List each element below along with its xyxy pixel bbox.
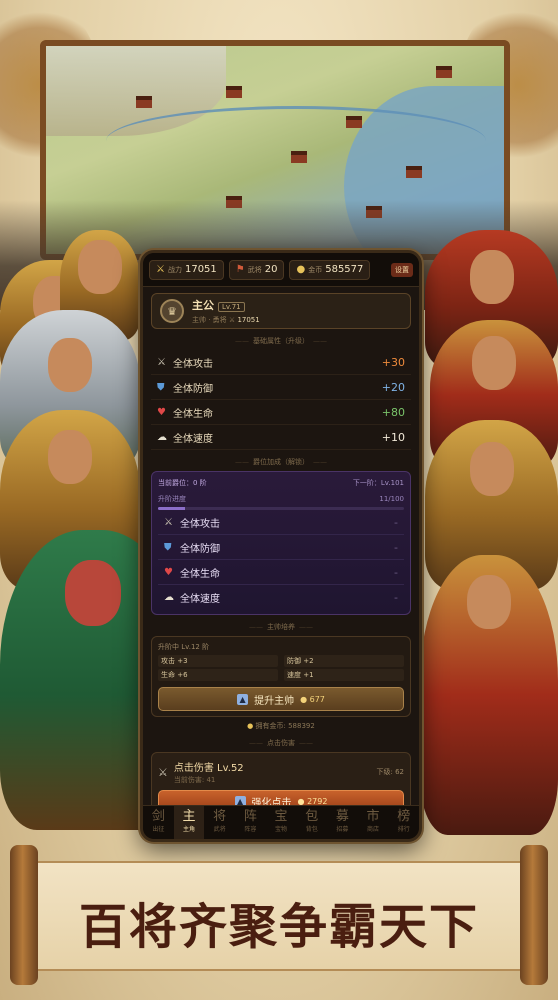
heart-icon: ♥ (157, 406, 166, 418)
nav-item-recruit[interactable]: 募招募 (327, 806, 358, 839)
nav-item-generals[interactable]: 将武将 (204, 806, 235, 839)
gold-counter: ● 金币 585577 (289, 259, 371, 280)
castle-icon (226, 86, 242, 98)
general-stat: 防御 +2 (284, 655, 404, 667)
nav-item-battle[interactable]: 剑出征 (143, 806, 174, 839)
shield-icon: ⛊ (157, 381, 165, 393)
castle-icon (136, 96, 152, 108)
bottom-navigation: 剑出征 主主角 将武将 阵阵容 宝宝物 包背包 募招募 市商店 榜排行 (143, 805, 419, 839)
general-section-title: 主帅培养 (151, 622, 411, 632)
heart-icon: ♥ (164, 566, 173, 578)
general-counter: ⚑ 武将 20 (228, 259, 285, 280)
sword-icon: ⚔ (157, 356, 166, 368)
rank-label: 当前爵位：0 阶 (158, 479, 207, 487)
lord-avatar-icon: ♛ (160, 299, 184, 323)
general-portrait-red-robe (420, 555, 558, 835)
rank-stat-attack: ⚔ 全体攻击 - (158, 510, 404, 535)
base-bonus-title: 基础属性（升级） (151, 336, 411, 346)
game-screen-panel: ⚔ 战力 17051 ⚑ 武将 20 ● 金币 585577 设置 ♛ 主公 Lv… (140, 250, 422, 842)
power-counter: ⚔ 战力 17051 (149, 259, 224, 280)
progress-label: 升阶进度 (158, 495, 186, 503)
resource-bar: ⚔ 战力 17051 ⚑ 武将 20 ● 金币 585577 设置 (143, 253, 419, 287)
stat-row-health: ♥ 全体生命 +80 (151, 400, 411, 425)
nav-item-treasure[interactable]: 宝宝物 (266, 806, 297, 839)
castle-icon (291, 151, 307, 163)
rank-stat-health: ♥ 全体生命 - (158, 560, 404, 585)
shield-icon: ⛊ (164, 541, 172, 553)
skill-current: 当前伤害: 41 (173, 776, 216, 784)
scroll-banner: 百将齐聚争霸天下 (10, 845, 548, 985)
nav-item-ranking[interactable]: 榜排行 (388, 806, 419, 839)
owned-coin-text: 拥有金币: 588392 (255, 722, 315, 730)
general-upgrade-panel: 升阶中 Lv.12 阶 攻击 +3 防御 +2 生命 +6 速度 +1 ▲ 提升… (151, 636, 411, 717)
nav-item-formation[interactable]: 阵阵容 (235, 806, 266, 839)
banner-icon: ⚑ (235, 264, 245, 275)
lord-power: 17051 (237, 316, 260, 324)
crossed-swords-icon: ⚔ (228, 316, 236, 324)
lord-name: 主公 (192, 299, 214, 312)
skill-section-title: 点击伤害 (151, 738, 411, 748)
sword-icon: ⚔ (164, 516, 173, 528)
skill-name: 点击伤害 Lv.52 (173, 763, 244, 774)
base-bonus-list: ⚔ 全体攻击 +30 ⛊ 全体防御 +20 ♥ 全体生命 +80 ☁ 全体速度 … (151, 350, 411, 450)
wind-icon: ☁ (157, 431, 167, 443)
stat-row-attack: ⚔ 全体攻击 +30 (151, 350, 411, 375)
progress-text: 11/100 (379, 495, 404, 503)
general-stat: 生命 +6 (158, 669, 278, 681)
upgrade-arrow-icon: ▲ (237, 693, 249, 705)
coin-bag-icon: ● (296, 264, 306, 275)
map-river (106, 106, 486, 176)
rank-stat-speed: ☁ 全体速度 - (164, 591, 398, 605)
general-stat: 速度 +1 (284, 669, 404, 681)
nav-item-shop[interactable]: 市商店 (358, 806, 389, 839)
rank-stat-defense: ⛊ 全体防御 - (158, 535, 404, 560)
general-level-text: 升阶中 Lv.12 阶 (158, 643, 210, 651)
castle-icon (436, 66, 452, 78)
wind-icon: ☁ (164, 592, 174, 603)
lord-card[interactable]: ♛ 主公 Lv.71 主帅 · 勇将 ⚔ 17051 (151, 293, 411, 329)
coin-icon: ● (300, 694, 308, 704)
nav-item-hero[interactable]: 主主角 (173, 806, 205, 839)
stat-row-speed: ☁ 全体速度 +10 (151, 425, 411, 450)
stat-row-defense: ⛊ 全体防御 +20 (151, 375, 411, 400)
coin-icon: ● (247, 722, 254, 730)
general-stat-grid: 攻击 +3 防御 +2 生命 +6 速度 +1 (158, 655, 404, 681)
settings-button[interactable]: 设置 (391, 262, 413, 277)
general-stat: 攻击 +3 (158, 655, 278, 667)
banner-slogan: 百将齐聚争霸天下 (78, 899, 479, 955)
lord-level-badge: Lv.71 (218, 302, 245, 312)
skill-next: 下级: 62 (376, 768, 405, 776)
castle-icon (406, 166, 422, 178)
lord-subtitle: 主帅 · 勇将 (192, 316, 227, 324)
castle-icon (346, 116, 362, 128)
nav-item-bag[interactable]: 包背包 (296, 806, 327, 839)
upgrade-general-button[interactable]: ▲ 提升主帅 ● 677 (158, 687, 404, 711)
rank-bonus-title: 爵位加成（解锁） (151, 457, 411, 467)
rank-requirement: 下一阶：Lv.101 (352, 479, 404, 487)
crossed-swords-icon: ⚔ (156, 264, 165, 275)
crossed-swords-icon: ⚔ (158, 765, 168, 779)
rank-bonus-panel: 当前爵位：0 阶 下一阶：Lv.101 升阶进度 11/100 ⚔ 全体攻击 -… (151, 471, 411, 615)
